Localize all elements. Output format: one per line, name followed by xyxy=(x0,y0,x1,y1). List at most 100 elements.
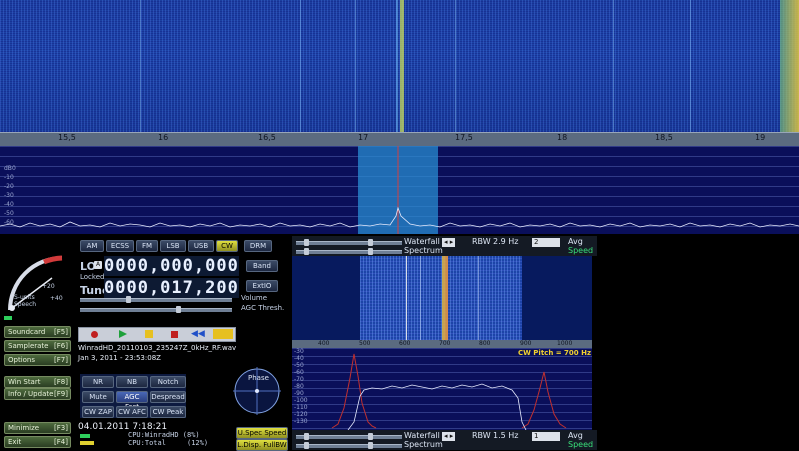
waterfall-stepper[interactable]: ◂ ▸ xyxy=(442,238,456,247)
mute-button[interactable]: Mute xyxy=(82,391,114,403)
mode-lsb-button[interactable]: LSB xyxy=(160,240,186,252)
button-label: Minimize xyxy=(8,424,40,432)
volume-slider[interactable] xyxy=(80,296,232,303)
waterfall-stepper[interactable]: ◂ ▸ xyxy=(442,432,456,441)
s-meter-plus20: +20 xyxy=(42,283,55,290)
stop-icon[interactable] xyxy=(171,331,178,338)
axis-tick: 18 xyxy=(557,133,568,142)
minimize-button[interactable]: Minimize [F3] xyxy=(4,422,71,434)
speed-label: Speed xyxy=(568,440,594,449)
button-key: [F9] xyxy=(54,390,68,398)
button-key: [F8] xyxy=(54,378,68,386)
axis-tick: 16 xyxy=(158,133,169,142)
axis-tick: 17 xyxy=(358,133,369,142)
rbw-value[interactable]: 2.9 Hz xyxy=(493,237,518,246)
axis-tick: 900 xyxy=(520,340,532,347)
extio-button[interactable]: ExtIO xyxy=(246,280,278,292)
s-meter-bar xyxy=(4,316,12,320)
recording-filename: WinradHD_20110103_235247Z_0kHz_RF.wav xyxy=(78,344,237,352)
win-start-button[interactable]: Win Start [F8] xyxy=(4,376,71,388)
agc-threshold-slider[interactable] xyxy=(80,306,232,313)
play-icon[interactable] xyxy=(119,330,127,338)
waterfall-contrast-slider-bottom[interactable] xyxy=(332,433,402,440)
audio-frequency-axis: 400 500 600 700 800 900 1000 xyxy=(292,340,592,348)
button-label: Win Start xyxy=(8,378,41,386)
axis-tick: 18,5 xyxy=(655,133,673,142)
cpu-bar-winrad xyxy=(80,434,90,438)
pause-icon[interactable] xyxy=(145,330,153,338)
main-waterfall[interactable] xyxy=(0,0,799,132)
agc-fast-button[interactable]: AGC Fast xyxy=(116,391,148,411)
cw-peak-curve xyxy=(331,353,377,429)
sub-display-bottom-controls: Waterfall Spectrum ◂ ▸ RBW 1.5 Hz 1 Avg … xyxy=(292,430,597,450)
s-meter-plus40: +40 xyxy=(50,295,63,302)
button-label: Samplerate xyxy=(8,342,49,350)
rbw-value[interactable]: 1.5 Hz xyxy=(493,431,518,440)
avg-label: Avg xyxy=(568,431,583,440)
cw-afc-button[interactable]: CW AFC xyxy=(116,406,148,418)
main-spectrum-trace xyxy=(0,146,799,234)
cw-zap-button[interactable]: CW ZAP xyxy=(82,406,114,418)
rewind-icon[interactable]: ◀◀ xyxy=(191,329,205,339)
axis-tick: 19 xyxy=(755,133,766,142)
sub-display-top-controls: Waterfall Spectrum ◂ ▸ RBW 2.9 Hz 2 Avg … xyxy=(292,236,597,256)
nb-button[interactable]: NB xyxy=(116,376,148,388)
button-key: [F4] xyxy=(54,438,68,446)
mode-ecss-button[interactable]: ECSS xyxy=(106,240,134,252)
frequency-axis[interactable]: 15,5 16 16,5 17 17,5 18 18,5 19 xyxy=(0,132,799,147)
uspec-speed-button[interactable]: U.Spec Speed xyxy=(236,427,288,439)
avg-select[interactable]: 1 xyxy=(532,432,560,441)
axis-tick: 1000 xyxy=(557,340,573,347)
mode-usb-button[interactable]: USB xyxy=(188,240,214,252)
cpu-winrad: CPU:WinradHD (8%) xyxy=(128,431,200,439)
spectrum-line xyxy=(0,206,799,228)
mode-am-button[interactable]: AM xyxy=(80,240,104,252)
control-panel: AM ECSS FM LSB USB CW DRM S-units Speech… xyxy=(0,236,290,451)
lo-locked-label: Locked xyxy=(80,273,105,281)
cw-peak-curve xyxy=(521,371,567,429)
cpu-total: CPU:Total (12%) xyxy=(128,439,209,447)
waterfall-label: Waterfall xyxy=(404,237,440,246)
loop-icon[interactable] xyxy=(213,329,233,339)
waterfall-contrast-slider[interactable] xyxy=(332,239,402,246)
transport-bar: ◀◀ xyxy=(78,327,236,342)
s-meter-label: S-units Speech xyxy=(14,294,37,308)
options-button[interactable]: Options [F7] xyxy=(4,354,71,366)
nr-button[interactable]: NR xyxy=(82,376,114,388)
lo-lock-icon[interactable]: A xyxy=(94,261,102,269)
samplerate-button[interactable]: Samplerate [F6] xyxy=(4,340,71,352)
lo-frequency[interactable]: 0000,000,000 xyxy=(104,256,239,276)
avg-select[interactable]: 2 xyxy=(532,238,560,247)
phase-label: Phase xyxy=(248,374,269,382)
axis-tick: 16,5 xyxy=(258,133,276,142)
exit-button[interactable]: Exit [F4] xyxy=(4,436,71,448)
notch-button[interactable]: Notch xyxy=(150,376,186,388)
button-label: Soundcard xyxy=(8,328,46,336)
audio-waterfall-passband xyxy=(360,256,522,340)
ldisp-fullbw-button[interactable]: L.Disp. FullBW xyxy=(236,439,288,451)
cw-peak-button[interactable]: CW Peak xyxy=(150,406,186,418)
axis-tick: 17,5 xyxy=(455,133,473,142)
spectrum-label: Spectrum xyxy=(404,246,443,255)
spectrum-contrast-slider[interactable] xyxy=(332,248,402,255)
button-key: [F6] xyxy=(54,342,68,350)
axis-tick: 800 xyxy=(479,340,491,347)
band-button[interactable]: Band xyxy=(246,260,278,272)
mode-cw-button[interactable]: CW xyxy=(216,240,238,252)
info-update-button[interactable]: Info / Update [F9] xyxy=(4,388,71,400)
rbw-label: RBW xyxy=(472,237,491,246)
tune-frequency[interactable]: 0000,017,200 xyxy=(104,278,239,298)
axis-tick: 500 xyxy=(359,340,371,347)
axis-tick: 15,5 xyxy=(58,133,76,142)
button-label: Info / Update xyxy=(8,390,54,398)
axis-tick: 400 xyxy=(318,340,330,347)
mode-drm-button[interactable]: DRM xyxy=(244,240,272,252)
despread-button[interactable]: Despread xyxy=(150,391,186,403)
agc-threshold-label: AGC Thresh. xyxy=(241,304,285,312)
volume-label: Volume xyxy=(241,294,268,302)
mode-fm-button[interactable]: FM xyxy=(136,240,158,252)
spectrum-contrast-slider-bottom[interactable] xyxy=(332,442,402,449)
axis-tick: 600 xyxy=(399,340,411,347)
record-icon[interactable] xyxy=(91,331,98,338)
soundcard-button[interactable]: Soundcard [F5] xyxy=(4,326,71,338)
